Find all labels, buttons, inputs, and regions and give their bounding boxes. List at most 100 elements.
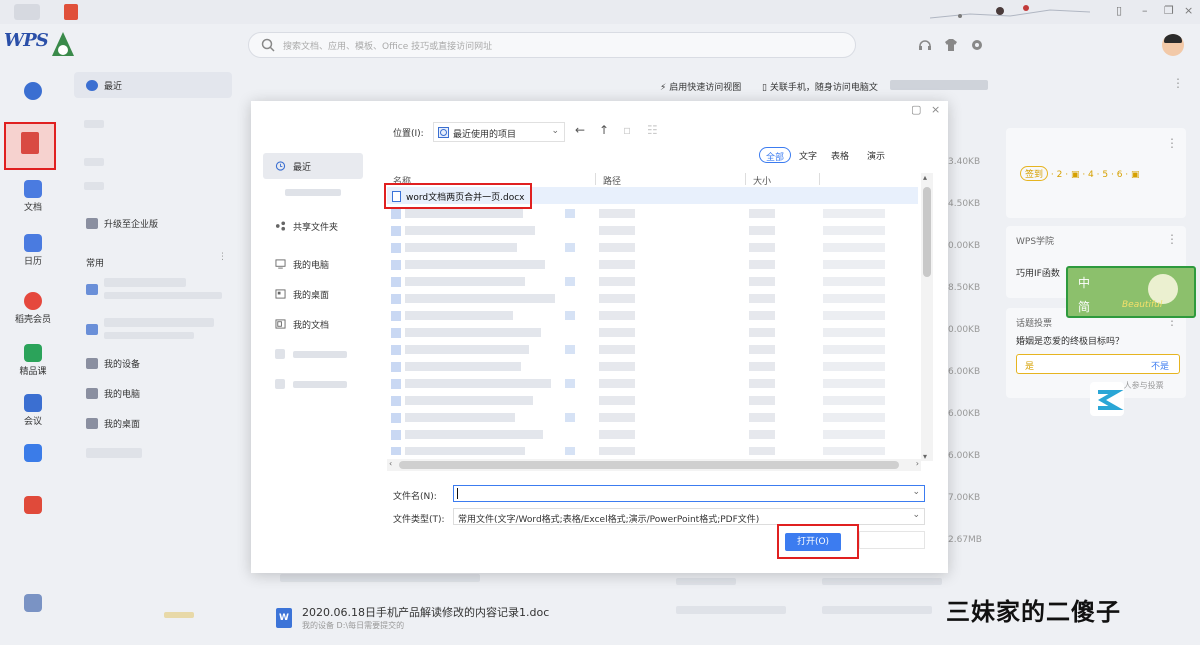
dialog-nav-desktop[interactable]: 我的桌面 — [263, 281, 363, 307]
filename-label: 文件名(N): — [393, 492, 437, 502]
nav-docs[interactable]: 文档 — [8, 180, 58, 213]
filetype-value: 常用文件(文字/Word格式;表格/Excel格式;演示/PowerPoint格… — [458, 515, 760, 525]
column-separator[interactable] — [745, 173, 746, 185]
table-row[interactable] — [387, 239, 918, 256]
dialog-nav-shared[interactable]: 共享文件夹 — [263, 213, 363, 239]
wps-tab-icon[interactable] — [64, 4, 78, 20]
table-row[interactable] — [387, 443, 918, 455]
table-row[interactable] — [387, 324, 918, 341]
filetype-select[interactable]: 常用文件(文字/Word格式;表格/Excel格式;演示/PowerPoint格… — [453, 508, 925, 525]
table-row[interactable] — [387, 341, 918, 358]
vote-title: 话题投票 — [1016, 319, 1053, 329]
up-arrow-icon[interactable]: ↑ — [599, 123, 609, 137]
dialog-nav-computer[interactable]: 我的电脑 — [263, 251, 363, 277]
nav-course-label: 精品课 — [19, 367, 47, 377]
dialog-nav-documents[interactable]: 我的文档 — [263, 311, 363, 337]
nav-member-label: 稻壳会员 — [14, 315, 51, 325]
scroll-up-icon[interactable]: ▴ — [923, 173, 927, 182]
open-button[interactable]: 打开(O) — [785, 533, 841, 551]
horizontal-scrollbar[interactable]: ‹ › — [387, 459, 921, 471]
table-row[interactable] — [387, 358, 918, 375]
file-size: 4.50KB — [948, 199, 981, 209]
vertical-scrollbar[interactable]: ▴ ▾ — [921, 173, 933, 461]
filter-presentation[interactable]: 演示 — [861, 147, 891, 163]
card-more-icon[interactable]: ⋮ — [1166, 232, 1178, 246]
scroll-down-icon[interactable]: ▾ — [923, 452, 927, 461]
filename-input[interactable]: ⌄ — [453, 485, 925, 502]
nav-meeting[interactable]: 会议 — [8, 394, 58, 427]
scroll-right-icon[interactable]: › — [916, 459, 919, 468]
app-arrow-icon[interactable] — [1090, 382, 1124, 416]
close-icon[interactable]: × — [1184, 4, 1193, 17]
table-row[interactable] — [387, 375, 918, 392]
headset-icon[interactable] — [918, 38, 932, 52]
dialog-minimize-icon[interactable]: ▢ — [911, 103, 921, 116]
ime-widget[interactable]: 中 简 Beautiful — [1066, 266, 1196, 318]
table-row[interactable] — [387, 273, 918, 290]
link-phone-button[interactable]: ▯ 关联手机，随身访问电脑文 — [762, 80, 878, 93]
panel-my-desktop[interactable]: 我的桌面 — [86, 417, 140, 430]
panel-my-computer[interactable]: 我的电脑 — [86, 387, 140, 400]
academy-text[interactable]: 巧用IF函数 — [1016, 266, 1060, 279]
home-tab[interactable] — [14, 4, 40, 20]
view-mode-icon[interactable]: ☷ — [647, 123, 658, 137]
card-more-icon[interactable]: ⋮ — [1166, 136, 1178, 150]
column-separator[interactable] — [595, 173, 596, 185]
table-row[interactable] — [387, 290, 918, 307]
search-bar[interactable]: 搜索文档、应用、模板、Office 技巧或直接访问网址 — [248, 32, 856, 58]
settings-gear-icon[interactable] — [970, 38, 984, 52]
column-separator[interactable] — [819, 173, 820, 185]
nav-member[interactable]: 稻壳会员 — [8, 292, 58, 325]
selected-file[interactable]: word文档两页合并一页.docx — [384, 183, 532, 209]
table-row[interactable] — [387, 426, 918, 443]
panel-upgrade[interactable]: 升级至企业版 — [86, 217, 158, 230]
file-size: 6.00KB — [948, 451, 981, 461]
panel-my-devices[interactable]: 我的设备 — [86, 357, 140, 370]
column-size[interactable]: 大小 — [753, 174, 771, 187]
dialog-close-icon[interactable]: × — [931, 103, 940, 116]
dialog-nav-recent[interactable]: 最近 — [263, 153, 363, 179]
file-size: 0.00KB — [948, 325, 981, 335]
cancel-button[interactable] — [859, 531, 925, 549]
avatar[interactable] — [1162, 34, 1184, 56]
blurred-item — [822, 606, 932, 614]
filter-all[interactable]: 全部 — [759, 147, 792, 163]
scroll-thumb[interactable] — [399, 461, 899, 469]
table-row[interactable] — [387, 409, 918, 426]
nav-app-b[interactable] — [8, 496, 58, 516]
nav-calendar[interactable]: 日历 — [8, 234, 58, 267]
desktop-icon — [275, 289, 286, 299]
quick-view-toggle[interactable]: ⚡ 启用快速访问视图 — [660, 80, 741, 93]
table-row[interactable] — [387, 392, 918, 409]
blurred-item — [280, 574, 480, 582]
more-options-icon[interactable]: ⋮ — [1172, 76, 1184, 90]
table-row[interactable] — [387, 222, 918, 239]
skin-icon[interactable] — [944, 38, 958, 52]
recent-doc-row[interactable]: W 2020.06.18日手机产品解读修改的内容记录1.doc 我的设备 D:\… — [276, 604, 696, 634]
panel-recent[interactable]: 最近 — [74, 72, 232, 98]
nav-apps[interactable] — [8, 594, 58, 614]
minimize-icon[interactable]: – — [1142, 4, 1148, 17]
clock-icon — [275, 161, 286, 171]
filter-spreadsheet[interactable]: 表格 — [825, 147, 855, 163]
back-arrow-icon[interactable]: ← — [575, 123, 585, 137]
column-path[interactable]: 路径 — [603, 174, 621, 187]
scroll-thumb[interactable] — [923, 187, 931, 277]
blurred-item — [84, 120, 104, 128]
sign-in-row[interactable]: 签到 · 2 · ▣ · 4 · 5 · 6 · ▣ — [1020, 166, 1140, 181]
scroll-left-icon[interactable]: ‹ — [389, 459, 392, 468]
new-folder-icon[interactable]: ▫ — [623, 123, 631, 137]
common-more-icon[interactable]: ⋮ — [218, 252, 227, 262]
location-select[interactable]: 最近使用的项目 ⌄ — [433, 122, 565, 142]
vote-yes[interactable]: 是 — [1025, 359, 1034, 372]
mobile-icon[interactable]: ▯ — [1116, 4, 1122, 17]
filter-writer[interactable]: 文字 — [793, 147, 823, 163]
nav-course[interactable]: 精品课 — [8, 344, 58, 377]
table-row[interactable] — [387, 307, 918, 324]
desktop-icon — [86, 418, 98, 429]
chevron-down-icon[interactable]: ⌄ — [912, 487, 920, 497]
vote-no[interactable]: 不是 — [1151, 359, 1169, 372]
restore-icon[interactable]: ❐ — [1164, 4, 1174, 17]
table-row[interactable] — [387, 256, 918, 273]
nav-app-a[interactable] — [8, 444, 58, 464]
